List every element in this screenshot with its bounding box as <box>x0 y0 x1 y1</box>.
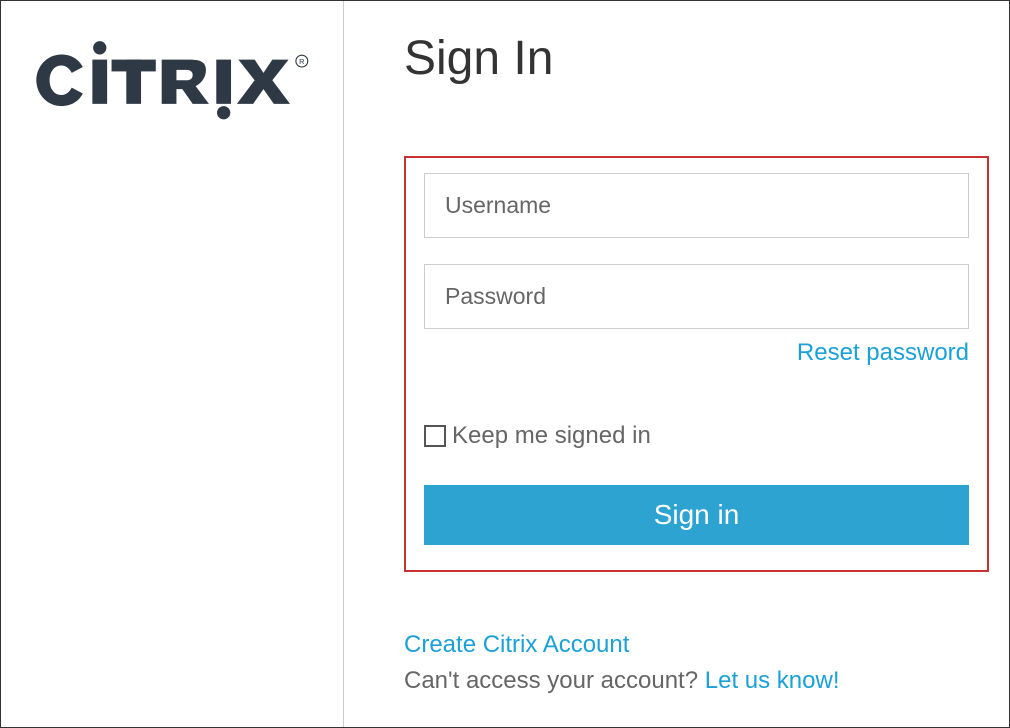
signin-form-area: Reset password Keep me signed in Sign in <box>404 156 989 572</box>
keep-signed-in-label: Keep me signed in <box>452 422 651 450</box>
page-title: Sign In <box>404 31 989 86</box>
help-text: Can't access your account? <box>404 667 705 694</box>
password-input[interactable] <box>424 264 969 329</box>
citrix-logo-icon: R <box>26 36 321 125</box>
username-input[interactable] <box>424 173 969 238</box>
help-link[interactable]: Let us know! <box>705 667 840 694</box>
reset-password-link[interactable]: Reset password <box>797 339 969 366</box>
create-account-link[interactable]: Create Citrix Account <box>404 627 629 663</box>
keep-signed-in-checkbox[interactable] <box>424 425 446 447</box>
logo-panel: R <box>1 1 344 727</box>
svg-text:R: R <box>299 57 304 66</box>
signin-panel: Sign In Reset password Keep me signed in… <box>344 1 1009 727</box>
signin-button[interactable]: Sign in <box>424 485 969 545</box>
footer-links: Create Citrix Account Can't access your … <box>404 627 989 699</box>
